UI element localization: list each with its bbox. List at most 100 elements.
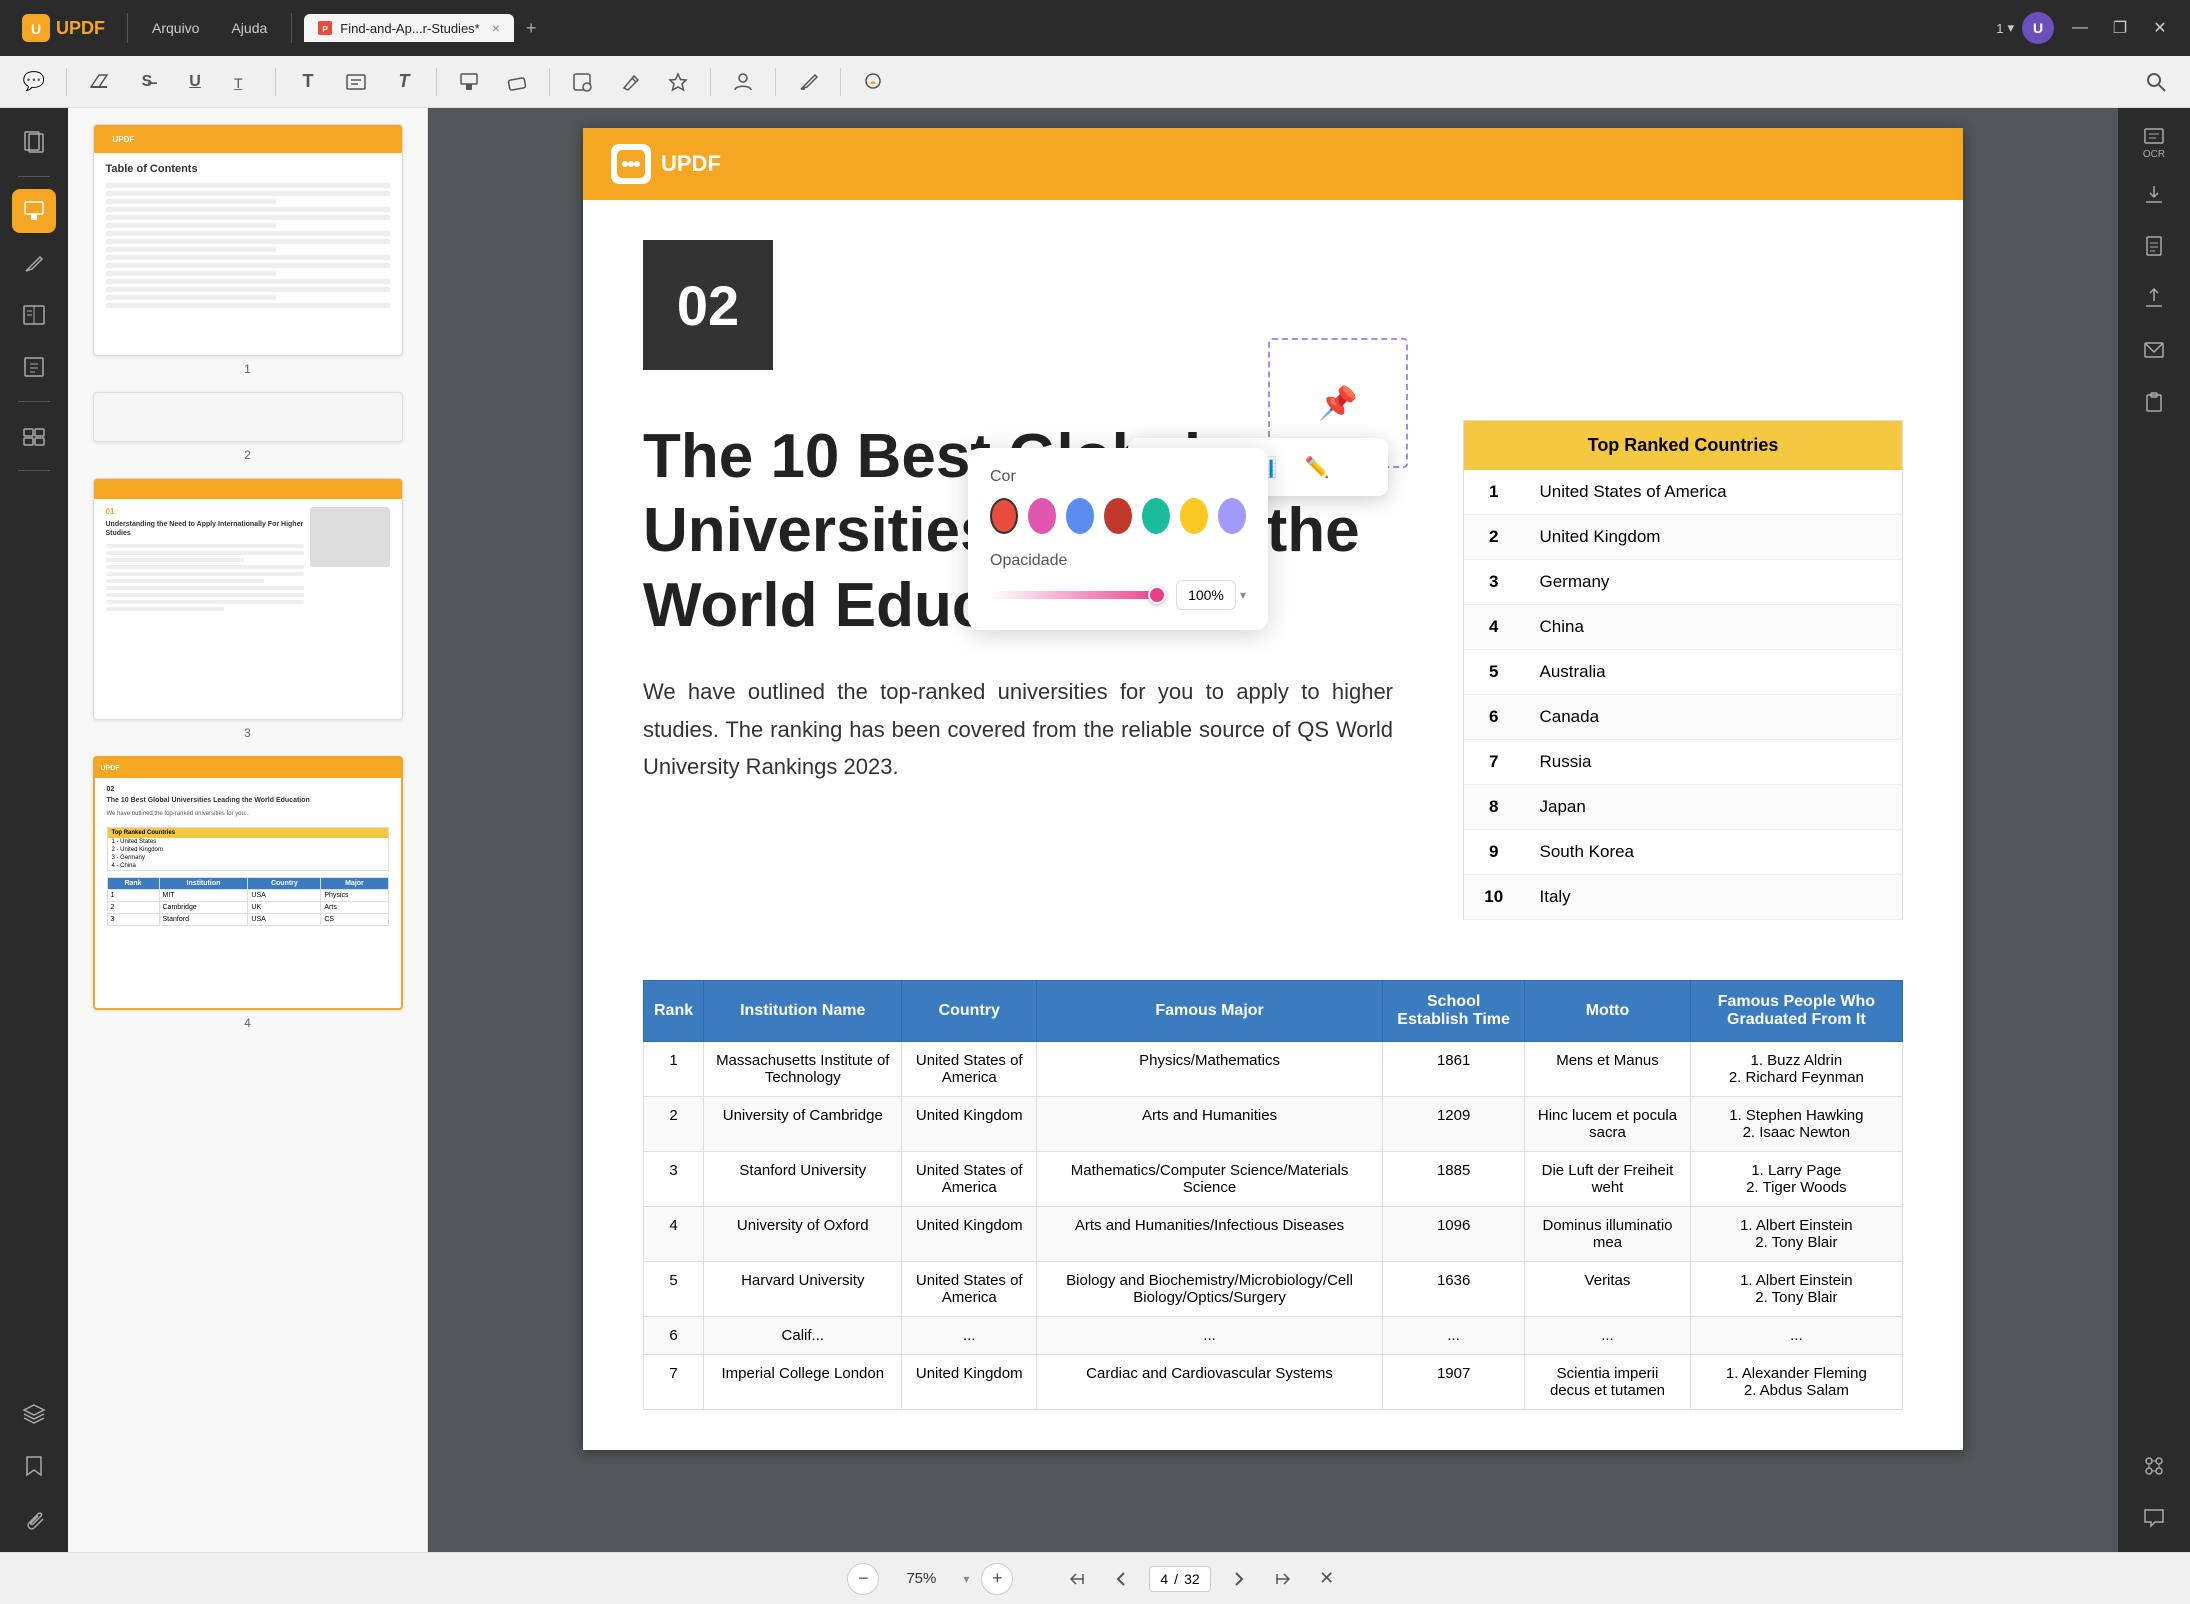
thumb-p1-inner: UPDF Table of Contents (94, 125, 402, 355)
page-last-button[interactable] (1267, 1563, 1299, 1595)
uni-table-cell: 1. Larry Page 2. Tiger Woods (1690, 1152, 1902, 1207)
thumb-page-2-content (93, 392, 403, 442)
uni-table-cell: Mens et Manus (1525, 1042, 1691, 1097)
menu-arquivo[interactable]: Arquivo (140, 16, 211, 40)
sidebar-doc-icon[interactable] (2132, 224, 2176, 268)
underline-tool[interactable]: U (177, 64, 213, 100)
opacity-dropdown-arrow[interactable]: ▾ (1240, 588, 1246, 602)
highlight-tool[interactable] (81, 64, 117, 100)
thumb-page-num-4: 4 (244, 1016, 251, 1030)
brush-tool[interactable] (451, 64, 487, 100)
swatch-teal[interactable] (1142, 498, 1170, 534)
thumbnail-page-4[interactable]: UPDF 02 The 10 Best Global Universities … (80, 756, 415, 1030)
sidebar-chat-icon[interactable] (2132, 1496, 2176, 1540)
integrations-icon (2143, 1455, 2165, 1477)
user-avatar[interactable]: U (2022, 12, 2054, 44)
uni-table-cell: 1885 (1383, 1152, 1525, 1207)
person-tool[interactable] (725, 64, 761, 100)
sidebar-organize-icon[interactable] (12, 414, 56, 458)
brush-icon (458, 71, 480, 93)
menu-ajuda[interactable]: Ajuda (219, 16, 279, 40)
maximize-button[interactable]: ❐ (2102, 14, 2138, 42)
uni-table-header-cell: Motto (1525, 981, 1691, 1042)
new-tab-button[interactable]: + (518, 18, 545, 39)
ranked-table-row: 8Japan (1464, 785, 1903, 830)
sidebar-edit-icon[interactable] (12, 241, 56, 285)
swatch-blue[interactable] (1066, 498, 1094, 534)
eraser-tool[interactable] (499, 64, 535, 100)
page-prev-button[interactable] (1105, 1563, 1137, 1595)
uni-table-row: 1Massachusetts Institute of TechnologyUn… (644, 1042, 1903, 1097)
opacity-slider[interactable] (990, 591, 1164, 599)
sidebar-highlight-icon[interactable] (12, 189, 56, 233)
zoom-out-button[interactable]: − (847, 1563, 879, 1595)
close-bottom-button[interactable]: ✕ (1311, 1563, 1343, 1595)
rank-cell: 8 (1464, 785, 1524, 830)
opacity-thumb[interactable] (1148, 586, 1166, 604)
thumbnail-page-2[interactable]: 2 (80, 392, 415, 462)
sidebar-download-icon[interactable] (2132, 172, 2176, 216)
sidebar-bookmark-icon[interactable] (12, 1444, 56, 1488)
organize-icon (22, 424, 46, 448)
page-next-button[interactable] (1223, 1563, 1255, 1595)
sidebar-reader-icon[interactable] (12, 293, 56, 337)
sidebar-attachment-icon[interactable] (12, 1496, 56, 1540)
strikethrough-tool[interactable]: S̶ (129, 64, 165, 100)
color-label: Cor (990, 468, 1246, 486)
typewriter-tool[interactable]: T (386, 64, 422, 100)
active-tab[interactable]: P Find-and-Ap...r-Studies* × (304, 14, 514, 42)
comment-tool[interactable]: 💬 (16, 64, 52, 100)
swatch-darkred[interactable] (1104, 498, 1132, 534)
pencil-tool[interactable] (612, 64, 648, 100)
main-content: UPDF 02 The 10 Best Global Universities … (428, 108, 2118, 1552)
thumb-p4-logo-text: UPDF (101, 765, 120, 772)
text-box-tool[interactable] (338, 64, 374, 100)
thumbnail-page-1[interactable]: UPDF Table of Contents (80, 124, 415, 376)
sidebar-layers-icon[interactable] (12, 1392, 56, 1436)
page-arrow[interactable]: ▾ (2007, 20, 2014, 36)
star-tool[interactable] (660, 64, 696, 100)
country-cell: Australia (1524, 650, 1903, 695)
uni-table-cell: 3 (644, 1152, 704, 1207)
ann-edit-button[interactable]: ✏️ (1298, 448, 1336, 486)
window-controls: — ❐ ✕ (2062, 14, 2178, 42)
uni-table-cell: 1. Buzz Aldrin 2. Richard Feynman (1690, 1042, 1902, 1097)
swatch-pink[interactable] (1028, 498, 1056, 534)
swatch-red[interactable] (990, 498, 1018, 534)
thumbnail-page-3[interactable]: 01 Understanding the Need to Apply Inter… (80, 478, 415, 740)
pen-tool[interactable] (790, 64, 826, 100)
current-page: 1 (1996, 21, 2003, 36)
sidebar-mail-icon[interactable] (2132, 328, 2176, 372)
search-button[interactable] (2138, 64, 2174, 100)
swatch-yellow[interactable] (1180, 498, 1208, 534)
top-bar: U UPDF Arquivo Ajuda P Find-and-Ap...r-S… (0, 0, 2190, 56)
sidebar-form-icon[interactable] (12, 345, 56, 389)
swatch-purple[interactable] (1218, 498, 1246, 534)
squiggly-tool[interactable]: T̲ (225, 64, 261, 100)
sidebar-upload-icon[interactable] (2132, 276, 2176, 320)
zoom-in-button[interactable]: + (981, 1563, 1013, 1595)
page-prev-icon (1112, 1570, 1130, 1588)
color-tool[interactable] (855, 64, 891, 100)
zoom-dropdown[interactable]: ▾ (963, 1572, 969, 1586)
minimize-button[interactable]: — (2062, 14, 2098, 42)
sidebar-clipboard-icon[interactable] (2132, 380, 2176, 424)
uni-table-cell: 1096 (1383, 1207, 1525, 1262)
ocr-button[interactable]: OCR (2132, 120, 2176, 164)
shape-tool[interactable] (564, 64, 600, 100)
pages-icon (22, 130, 46, 154)
uni-table-cell: Arts and Humanities (1037, 1097, 1383, 1152)
page-indicator[interactable]: 1 ▾ (1996, 20, 2014, 36)
text-tool[interactable]: T (290, 64, 326, 100)
app-logo: U UPDF (12, 10, 115, 46)
opacity-input[interactable] (1176, 580, 1236, 610)
tab-close-button[interactable]: × (492, 20, 500, 36)
tab-label: Find-and-Ap...r-Studies* (340, 21, 479, 36)
page-first-button[interactable] (1061, 1563, 1093, 1595)
close-button[interactable]: ✕ (2142, 14, 2178, 42)
sidebar-integrations-icon[interactable] (2132, 1444, 2176, 1488)
toolbar: 💬 S̶ U T̲ T T (0, 56, 2190, 108)
uni-table-header-cell: School Establish Time (1383, 981, 1525, 1042)
country-cell: Japan (1524, 785, 1903, 830)
sidebar-pages-icon[interactable] (12, 120, 56, 164)
